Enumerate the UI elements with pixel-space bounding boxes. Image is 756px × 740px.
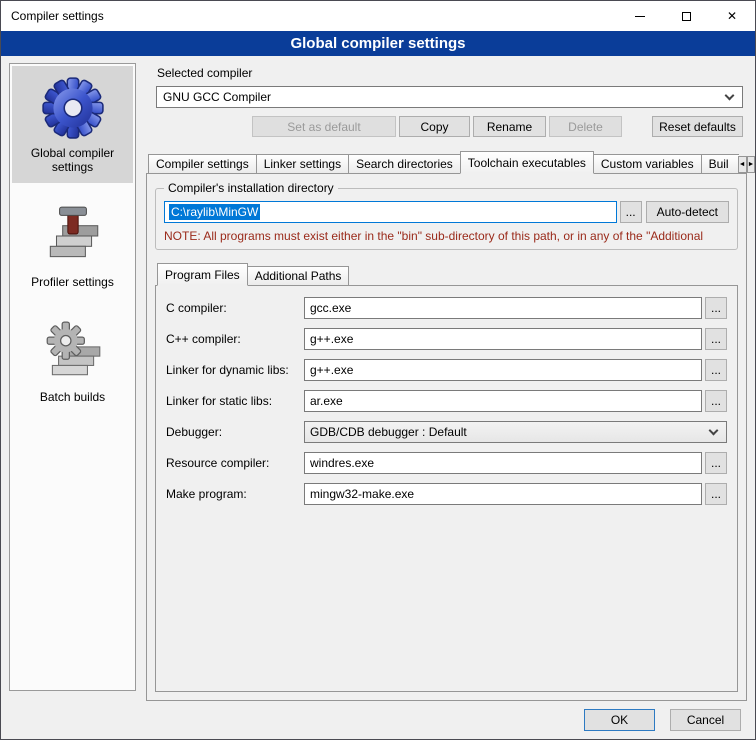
maximize-icon bbox=[682, 12, 691, 21]
form-row-debugger: Debugger: GDB/CDB debugger : Default bbox=[166, 421, 727, 443]
set-as-default-button[interactable]: Set as default bbox=[252, 116, 396, 137]
install-dir-input[interactable]: C:\raylib\MinGW bbox=[164, 201, 617, 223]
tab-scroll-right-button[interactable]: ► bbox=[747, 156, 756, 173]
selected-compiler-label: Selected compiler bbox=[157, 66, 743, 80]
form-row-cpp-compiler: C++ compiler: g++.exe ... bbox=[166, 328, 727, 350]
ok-button[interactable]: OK bbox=[584, 709, 655, 731]
make-program-input[interactable]: mingw32-make.exe bbox=[304, 483, 702, 505]
window-controls: ✕ bbox=[617, 1, 755, 31]
linker-static-label: Linker for static libs: bbox=[166, 394, 304, 408]
resource-compiler-browse-button[interactable]: ... bbox=[705, 452, 727, 474]
cpp-compiler-input[interactable]: g++.exe bbox=[304, 328, 702, 350]
tab-program-files[interactable]: Program Files bbox=[157, 263, 248, 286]
cpp-compiler-label: C++ compiler: bbox=[166, 332, 304, 346]
c-compiler-value: gcc.exe bbox=[310, 301, 351, 315]
profiler-icon bbox=[40, 203, 106, 269]
form-row-make-program: Make program: mingw32-make.exe ... bbox=[166, 483, 727, 505]
form-row-linker-static: Linker for static libs: ar.exe ... bbox=[166, 390, 727, 412]
linker-dynamic-browse-button[interactable]: ... bbox=[705, 359, 727, 381]
close-icon: ✕ bbox=[727, 10, 737, 22]
linker-static-value: ar.exe bbox=[310, 394, 343, 408]
install-dir-browse-button[interactable]: ... bbox=[620, 201, 642, 223]
program-files-panel: C compiler: gcc.exe ... C++ compiler: g+… bbox=[155, 285, 738, 692]
minimize-icon bbox=[635, 16, 645, 17]
settings-tabstrip: Compiler settings Linker settings Search… bbox=[146, 150, 747, 174]
c-compiler-browse-button[interactable]: ... bbox=[705, 297, 727, 319]
tab-search-directories[interactable]: Search directories bbox=[348, 154, 461, 174]
sidebar: Global compiler settings Profiler settin… bbox=[9, 63, 136, 691]
debugger-value: GDB/CDB debugger : Default bbox=[310, 425, 467, 439]
reset-defaults-button[interactable]: Reset defaults bbox=[652, 116, 743, 137]
tab-additional-paths[interactable]: Additional Paths bbox=[247, 266, 350, 286]
delete-button[interactable]: Delete bbox=[549, 116, 622, 137]
installation-directory-row: C:\raylib\MinGW ... Auto-detect bbox=[164, 201, 729, 223]
program-files-tabstrip: Program Files Additional Paths bbox=[155, 262, 738, 286]
sidebar-item-label: Profiler settings bbox=[31, 275, 114, 289]
resource-compiler-label: Resource compiler: bbox=[166, 456, 304, 470]
gear-blue-icon bbox=[40, 74, 106, 140]
linker-dynamic-value: g++.exe bbox=[310, 363, 353, 377]
sidebar-item-global-compiler-settings[interactable]: Global compiler settings bbox=[12, 66, 133, 183]
compiler-settings-window: Compiler settings ✕ Global compiler sett… bbox=[0, 0, 756, 740]
page-title: Global compiler settings bbox=[1, 31, 755, 56]
linker-dynamic-label: Linker for dynamic libs: bbox=[166, 363, 304, 377]
tab-custom-variables[interactable]: Custom variables bbox=[593, 154, 702, 174]
rename-button[interactable]: Rename bbox=[473, 116, 546, 137]
resource-compiler-input[interactable]: windres.exe bbox=[304, 452, 702, 474]
window-title: Compiler settings bbox=[1, 9, 104, 23]
form-row-linker-dynamic: Linker for dynamic libs: g++.exe ... bbox=[166, 359, 727, 381]
bin-subdirectory-note: NOTE: All programs must exist either in … bbox=[164, 229, 729, 243]
dialog-footer: OK Cancel bbox=[1, 701, 755, 739]
tab-build-options-clipped[interactable]: Buil bbox=[701, 154, 739, 174]
toolchain-executables-panel: Compiler's installation directory C:\ray… bbox=[146, 173, 747, 701]
make-program-browse-button[interactable]: ... bbox=[705, 483, 727, 505]
debugger-label: Debugger: bbox=[166, 425, 304, 439]
titlebar: Compiler settings ✕ bbox=[1, 1, 755, 31]
linker-static-browse-button[interactable]: ... bbox=[705, 390, 727, 412]
tab-scroll-left-icon: ◄ bbox=[739, 161, 746, 168]
selected-compiler-section: Selected compiler GNU GCC Compiler Set a… bbox=[146, 63, 747, 137]
make-program-label: Make program: bbox=[166, 487, 304, 501]
compiler-buttons-row: Set as default Copy Rename Delete Reset … bbox=[156, 116, 743, 137]
c-compiler-label: C compiler: bbox=[166, 301, 304, 315]
installation-directory-legend: Compiler's installation directory bbox=[164, 181, 338, 195]
main-panel: Selected compiler GNU GCC Compiler Set a… bbox=[146, 63, 747, 701]
chevron-down-icon bbox=[709, 425, 719, 435]
maximize-button[interactable] bbox=[663, 1, 709, 31]
debugger-dropdown[interactable]: GDB/CDB debugger : Default bbox=[304, 421, 727, 443]
form-row-resource-compiler: Resource compiler: windres.exe ... bbox=[166, 452, 727, 474]
cpp-compiler-value: g++.exe bbox=[310, 332, 353, 346]
auto-detect-button[interactable]: Auto-detect bbox=[646, 201, 729, 223]
selected-compiler-value: GNU GCC Compiler bbox=[163, 90, 271, 104]
tab-scroll-left-button[interactable]: ◄ bbox=[738, 156, 747, 173]
minimize-button[interactable] bbox=[617, 1, 663, 31]
c-compiler-input[interactable]: gcc.exe bbox=[304, 297, 702, 319]
cancel-button[interactable]: Cancel bbox=[670, 709, 741, 731]
install-dir-value: C:\raylib\MinGW bbox=[169, 204, 260, 220]
linker-static-input[interactable]: ar.exe bbox=[304, 390, 702, 412]
sidebar-item-label: Batch builds bbox=[40, 390, 105, 404]
installation-directory-groupbox: Compiler's installation directory C:\ray… bbox=[155, 188, 738, 250]
tab-toolchain-executables[interactable]: Toolchain executables bbox=[460, 151, 594, 174]
sidebar-item-label: Global compiler settings bbox=[14, 146, 131, 174]
tab-scroll-right-icon: ► bbox=[748, 161, 755, 168]
dialog-body: Global compiler settings Profiler settin… bbox=[1, 56, 755, 701]
tab-compiler-settings[interactable]: Compiler settings bbox=[148, 154, 257, 174]
resource-compiler-value: windres.exe bbox=[310, 456, 374, 470]
tab-linker-settings[interactable]: Linker settings bbox=[256, 154, 349, 174]
copy-button[interactable]: Copy bbox=[399, 116, 470, 137]
sidebar-item-profiler-settings[interactable]: Profiler settings bbox=[12, 195, 133, 298]
chevron-down-icon bbox=[725, 90, 735, 100]
form-row-c-compiler: C compiler: gcc.exe ... bbox=[166, 297, 727, 319]
make-program-value: mingw32-make.exe bbox=[310, 487, 414, 501]
linker-dynamic-input[interactable]: g++.exe bbox=[304, 359, 702, 381]
cpp-compiler-browse-button[interactable]: ... bbox=[705, 328, 727, 350]
batch-builds-icon bbox=[40, 318, 106, 384]
sidebar-item-batch-builds[interactable]: Batch builds bbox=[12, 310, 133, 413]
close-button[interactable]: ✕ bbox=[709, 1, 755, 31]
selected-compiler-dropdown[interactable]: GNU GCC Compiler bbox=[156, 86, 743, 108]
